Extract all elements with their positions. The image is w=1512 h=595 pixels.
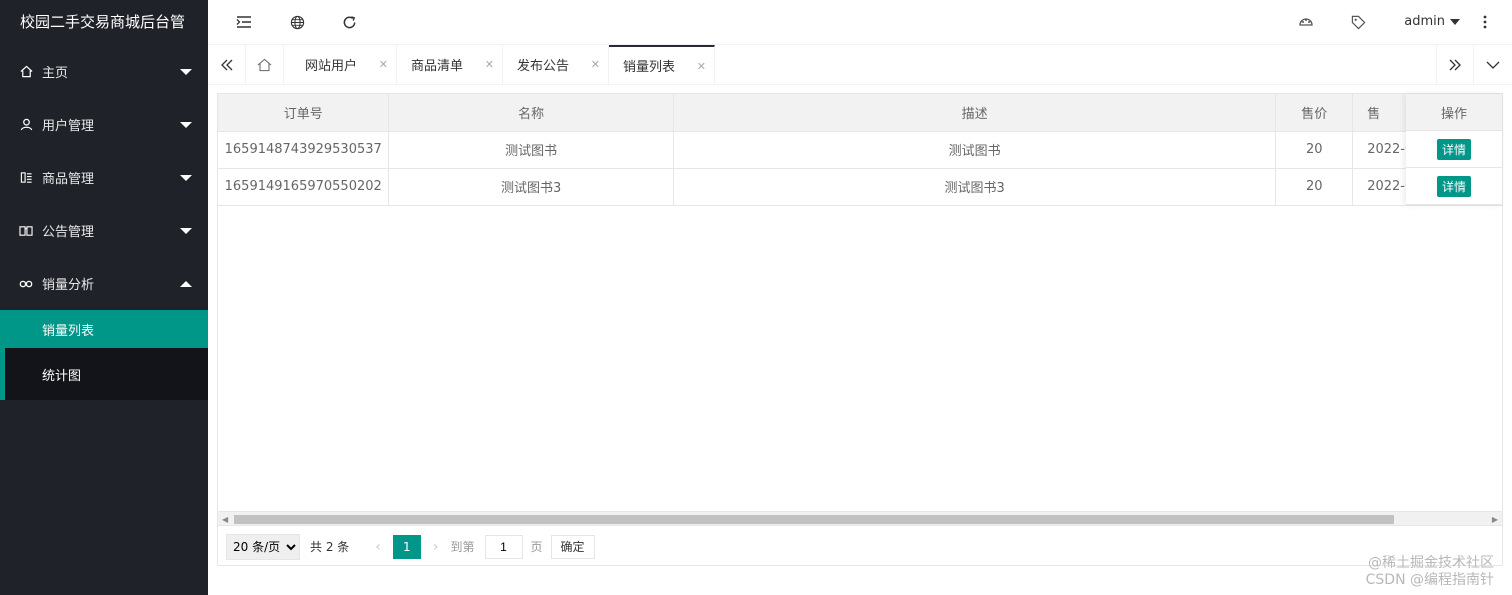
cell-order-no: 1659149165970550202 <box>218 168 390 206</box>
chevron-down-icon <box>180 68 192 75</box>
tabs-menu-button[interactable] <box>1474 45 1512 84</box>
theme-icon[interactable] <box>1296 12 1316 32</box>
watermark-line: CSDN @编程指南针 <box>1365 572 1494 588</box>
chevron-down-icon <box>1486 61 1500 69</box>
column-header: 操作 <box>1406 94 1502 131</box>
sidebar-item-label: 用户管理 <box>42 119 95 134</box>
page-tabs: 网站用户 ✕ 商品清单 ✕ 发布公告 ✕ 销量列表 ✕ <box>208 45 1512 85</box>
sidebar-item-label: 公告管理 <box>42 225 95 240</box>
scrollbar-thumb[interactable] <box>234 515 1394 524</box>
goods-icon <box>18 170 34 186</box>
sidebar-subitem-sales-list[interactable]: 销量列表 <box>0 310 208 348</box>
goto-label: 到第 <box>450 540 475 554</box>
action-cell: 详情 <box>1406 131 1502 168</box>
pagination: 20 条/页 共 2 条 ‹ 1 › 到第 页 确定 <box>218 525 1502 567</box>
chevron-right-icon[interactable]: › <box>433 539 439 555</box>
cell-order-no: 1659148743929530537 <box>218 131 390 169</box>
detail-button[interactable]: 详情 <box>1436 138 1471 160</box>
column-header[interactable]: 描述 <box>673 94 1277 132</box>
sidebar-item-label: 销量分析 <box>42 278 95 293</box>
sidebar-item-users[interactable]: 用户管理 <box>0 98 208 151</box>
user-icon <box>18 117 34 133</box>
menu-fold-icon[interactable] <box>234 12 254 32</box>
goto-page-input[interactable] <box>484 534 523 559</box>
home-icon <box>18 64 34 80</box>
tag-icon[interactable] <box>1348 12 1368 32</box>
watermark: @稀土掘金技术社区 CSDN @编程指南针 <box>1366 555 1494 589</box>
page-size-select[interactable]: 20 条/页 <box>226 533 300 560</box>
tab-label: 网站用户 <box>305 59 358 74</box>
cell-price: 20 <box>1275 168 1354 206</box>
cell-desc: 测试图书 <box>673 131 1277 169</box>
double-chevron-right-icon <box>1449 59 1461 70</box>
action-cell: 详情 <box>1406 168 1502 205</box>
tabs-scroll-left-button[interactable] <box>208 45 246 84</box>
scroll-right-icon[interactable]: ▶ <box>1492 515 1498 524</box>
tab-label: 发布公告 <box>517 59 570 74</box>
sidebar-item-notice[interactable]: 公告管理 <box>0 204 208 257</box>
tabs-scroll-right-button[interactable] <box>1436 45 1474 84</box>
sidebar-item-label: 主页 <box>42 66 69 81</box>
link-icon <box>18 276 34 292</box>
user-menu[interactable]: admin <box>1404 14 1460 29</box>
current-page-button[interactable]: 1 <box>392 534 421 559</box>
tab-label: 销量列表 <box>623 60 676 75</box>
chevron-down-icon <box>180 227 192 234</box>
tab-home[interactable] <box>246 45 284 84</box>
cell-name: 测试图书 <box>388 131 674 169</box>
cell-desc: 测试图书3 <box>673 168 1277 206</box>
caret-down-icon <box>1450 18 1460 25</box>
column-header[interactable]: 名称 <box>388 94 674 132</box>
user-name: admin <box>1404 14 1445 29</box>
confirm-button[interactable]: 确定 <box>550 534 595 559</box>
top-header: admin <box>208 0 1512 45</box>
fixed-action-column: 操作 详情 详情 <box>1406 94 1502 205</box>
data-table-panel: 订单号 名称 描述 售价 售 1659148743929530537 测试图书 … <box>217 93 1503 566</box>
sidebar-item-label: 商品管理 <box>42 172 95 187</box>
sidebar-item-goods[interactable]: 商品管理 <box>0 151 208 204</box>
cell-name: 测试图书3 <box>388 168 674 206</box>
tab-goods-list[interactable]: 商品清单 ✕ <box>397 45 503 84</box>
sidebar-item-home[interactable]: 主页 <box>0 45 208 98</box>
tab-site-users[interactable]: 网站用户 ✕ <box>291 45 397 84</box>
chevron-down-icon <box>180 121 192 128</box>
column-header[interactable]: 售价 <box>1275 94 1354 132</box>
watermark-line: @稀土掘金技术社区 <box>1368 555 1494 571</box>
more-vertical-icon[interactable] <box>1475 12 1495 32</box>
horizontal-scrollbar[interactable]: ◀ ▶ <box>218 511 1502 525</box>
table-row[interactable]: 1659149165970550202 测试图书3 测试图书3 20 2022-… <box>218 168 1502 206</box>
sidebar-subitem-statistics[interactable]: 统计图 <box>0 348 208 400</box>
close-icon[interactable]: ✕ <box>697 60 706 73</box>
close-icon[interactable]: ✕ <box>485 58 494 71</box>
notice-icon <box>18 223 34 239</box>
sales-submenu: 销量列表 统计图 <box>0 310 208 400</box>
scroll-left-icon[interactable]: ◀ <box>222 515 228 524</box>
page-word-label: 页 <box>530 540 543 554</box>
home-icon <box>257 58 272 71</box>
total-count: 共 2 条 <box>310 540 350 554</box>
detail-button[interactable]: 详情 <box>1436 175 1471 197</box>
close-icon[interactable]: ✕ <box>379 58 388 71</box>
refresh-icon[interactable] <box>339 12 359 32</box>
tab-label: 商品清单 <box>411 59 464 74</box>
tab-sales-list[interactable]: 销量列表 ✕ <box>609 45 715 84</box>
chevron-down-icon <box>180 174 192 181</box>
table-row[interactable]: 1659148743929530537 测试图书 测试图书 20 2022-0 <box>218 131 1502 169</box>
chevron-up-icon <box>180 280 192 287</box>
chevron-left-icon[interactable]: ‹ <box>375 539 381 555</box>
tab-publish-notice[interactable]: 发布公告 ✕ <box>503 45 609 84</box>
double-chevron-left-icon <box>220 59 232 70</box>
sales-table: 订单号 名称 描述 售价 售 1659148743929530537 测试图书 … <box>218 94 1502 206</box>
app-title: 校园二手交易商城后台管 <box>20 13 186 31</box>
close-icon[interactable]: ✕ <box>591 58 600 71</box>
sidebar-item-sales[interactable]: 销量分析 <box>0 257 208 310</box>
cell-price: 20 <box>1275 131 1354 169</box>
column-header[interactable]: 订单号 <box>218 94 390 132</box>
globe-icon[interactable] <box>287 12 307 32</box>
sidebar: 校园二手交易商城后台管 主页 用户管理 商品管理 公告管理 销量分析 销量列表 … <box>0 0 208 595</box>
